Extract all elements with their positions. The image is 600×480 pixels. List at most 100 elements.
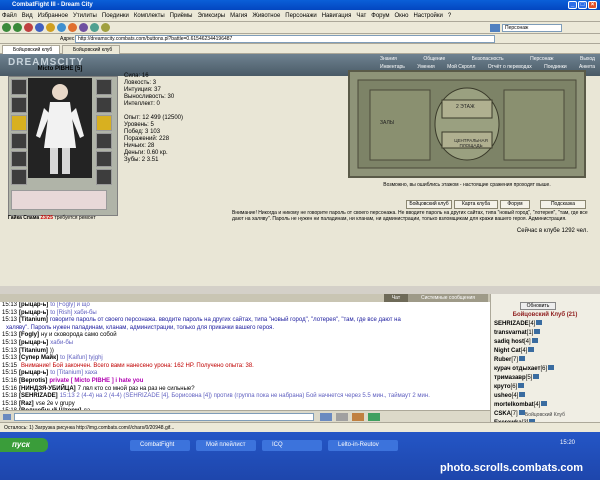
tab-chat[interactable]: Чат	[384, 294, 408, 302]
tab-fight-club-2[interactable]: Бойцовский клуб	[62, 45, 120, 54]
menu-item-5[interactable]: Комплекты	[134, 13, 165, 19]
user-list-item[interactable]: sadiq host[4]	[494, 338, 598, 347]
nav-communication[interactable]: Общение	[423, 56, 445, 64]
user-name[interactable]: курач отдыхает	[494, 366, 540, 372]
info-icon[interactable]	[534, 329, 541, 334]
user-name[interactable]: mortelkombat	[494, 402, 534, 408]
chat-nick[interactable]: [Titanium]	[19, 348, 48, 354]
weapon-slot[interactable]	[11, 97, 27, 113]
menu-item-14[interactable]: Окно	[395, 13, 409, 19]
user-name[interactable]: SEHRIZADE	[494, 321, 529, 327]
menu-item-9[interactable]: Животное	[252, 13, 280, 19]
fight-icon[interactable]	[57, 23, 66, 32]
magic-icon[interactable]	[79, 23, 88, 32]
info-icon[interactable]	[536, 320, 543, 325]
info-icon[interactable]	[519, 392, 526, 397]
user-list-item[interactable]: usheo[4]	[494, 392, 598, 401]
user-list-item[interactable]: mortelkombat[4]	[494, 401, 598, 410]
ring-slot[interactable]	[96, 151, 112, 167]
task-lelto[interactable]: Lelto-in-Reutov	[328, 440, 398, 451]
info-icon[interactable]	[528, 347, 535, 352]
refresh-icon[interactable]	[35, 23, 44, 32]
stop-icon[interactable]	[24, 23, 33, 32]
refresh-button[interactable]: Обновить	[520, 302, 556, 310]
earring-slot[interactable]	[96, 79, 112, 95]
sword-icon[interactable]	[11, 115, 27, 131]
user-list-item[interactable]: Night Cat[4]	[494, 347, 598, 356]
user-name[interactable]: Ruber	[494, 357, 511, 363]
menu-item-7[interactable]: Эликсиры	[197, 13, 225, 19]
armor-slot[interactable]	[11, 133, 27, 149]
chat-nick[interactable]: [Beprotis]	[19, 378, 47, 384]
chat-input[interactable]	[14, 413, 314, 421]
menu-item-16[interactable]: ?	[448, 13, 451, 19]
task-playlist[interactable]: Мой плейлист	[196, 440, 256, 451]
tab-fight-club-1[interactable]: Бойцовский клуб	[2, 45, 60, 54]
menu-item-0[interactable]: Файл	[2, 13, 17, 19]
smiles-icon[interactable]	[352, 413, 364, 421]
hint-button[interactable]: Подсказка	[540, 200, 586, 209]
user-name[interactable]: Night Cat	[494, 348, 521, 354]
search-character-input[interactable]: Персонаж	[502, 24, 562, 32]
chat-nick[interactable]: [Супер Майк]	[19, 355, 58, 361]
user-list-item[interactable]: тримазавр[5]	[494, 374, 598, 383]
info-icon[interactable]	[541, 401, 548, 406]
helmet-slot[interactable]	[11, 79, 27, 95]
user-list-item[interactable]: transvarnat[1]	[494, 329, 598, 338]
chat-nick[interactable]: [Raz]	[19, 401, 34, 407]
boots-slot[interactable]	[11, 169, 27, 185]
shield-icon[interactable]	[96, 115, 112, 131]
close-button[interactable]: ×	[588, 1, 597, 9]
menu-item-11[interactable]: Навигация	[322, 13, 352, 19]
filter-icon[interactable]	[368, 413, 380, 421]
user-list-item[interactable]: Ruber[7]	[494, 356, 598, 365]
menu-item-3[interactable]: Утилиты	[73, 13, 97, 19]
info-icon[interactable]	[519, 356, 526, 361]
menu-item-1[interactable]: Вид	[22, 13, 33, 19]
chat-nick[interactable]: [рыцар-ь]	[19, 310, 48, 316]
info-icon[interactable]	[533, 374, 540, 379]
character-figure[interactable]	[28, 78, 92, 178]
info-icon[interactable]	[531, 338, 538, 343]
home-icon[interactable]	[46, 23, 55, 32]
club-map[interactable]: 2 ЭТАЖ ЗАЛЫ ЦЕНТРАЛЬНАЯ ПЛОЩАДЬ	[348, 70, 586, 178]
nav-exit[interactable]: Выход	[580, 56, 595, 64]
info-icon[interactable]	[548, 365, 555, 370]
chat-nick[interactable]: [Titanium]	[19, 317, 48, 323]
chat-nick[interactable]: [НИНДЗЯ-УБИЙЦА]	[19, 386, 76, 392]
chat-nick[interactable]: [SEHRIZADE]	[19, 393, 58, 399]
user-name[interactable]: круто	[494, 384, 511, 390]
address-input[interactable]	[75, 35, 495, 43]
gloves-slot[interactable]	[96, 133, 112, 149]
menu-item-12[interactable]: Чат	[356, 13, 366, 19]
tab-system-messages[interactable]: Системные сообщения	[408, 294, 488, 302]
chat-nick[interactable]: [рыцар-ь]	[19, 302, 48, 308]
menu-item-2[interactable]: Избранное	[38, 13, 68, 19]
menu-item-15[interactable]: Настройки	[413, 13, 442, 19]
inventory-icon[interactable]	[68, 23, 77, 32]
chat-nick[interactable]: [Fogly]	[19, 332, 39, 338]
send-icon[interactable]	[320, 413, 332, 421]
nav-knowledge[interactable]: Знания	[380, 56, 397, 64]
leggings-slot[interactable]	[96, 169, 112, 185]
chat-icon[interactable]	[90, 23, 99, 32]
menu-item-10[interactable]: Персонажи	[285, 13, 316, 19]
start-button[interactable]: пуск	[0, 438, 48, 452]
menu-item-13[interactable]: Форум	[371, 13, 389, 19]
user-name[interactable]: тримазавр	[494, 375, 526, 381]
chat-settings-icon[interactable]	[3, 414, 11, 420]
clear-icon[interactable]	[336, 413, 348, 421]
user-name[interactable]: sadiq host	[494, 339, 524, 345]
menu-item-8[interactable]: Магия	[230, 13, 247, 19]
task-combatfight[interactable]: CombatFight	[130, 440, 190, 451]
map-icon[interactable]	[101, 23, 110, 32]
user-list-item[interactable]: курач отдыхает[6]	[494, 365, 598, 374]
forward-icon[interactable]	[13, 23, 22, 32]
menu-item-6[interactable]: Приёмы	[170, 13, 193, 19]
user-list-item[interactable]: SEHRIZADE[4]	[494, 320, 598, 329]
nav-character[interactable]: Персонаж	[530, 56, 553, 64]
maximize-button[interactable]: □	[578, 1, 587, 9]
amulet-slot[interactable]	[96, 97, 112, 113]
info-icon[interactable]	[518, 383, 525, 388]
minimize-button[interactable]: _	[568, 1, 577, 9]
